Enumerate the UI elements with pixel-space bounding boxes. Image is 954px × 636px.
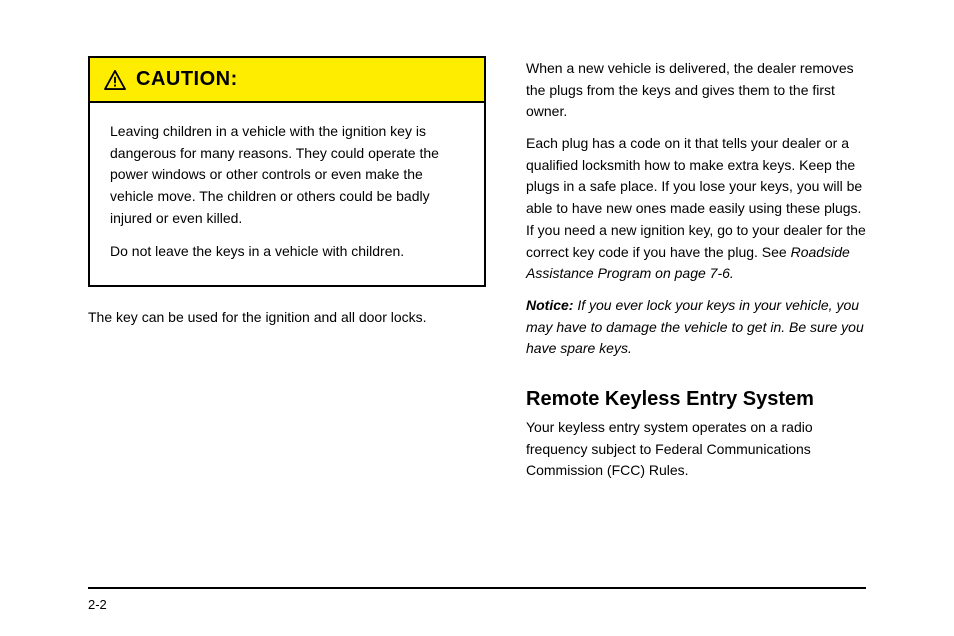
page-number: 2-2: [88, 597, 866, 612]
warning-triangle-icon: [104, 70, 126, 90]
body-paragraph: Each plug has a code on it that tells yo…: [526, 133, 866, 285]
caution-body: Leaving children in a vehicle with the i…: [90, 103, 484, 285]
caution-box: CAUTION: Leaving children in a vehicle w…: [88, 56, 486, 287]
caution-paragraph: Leaving children in a vehicle with the i…: [110, 121, 464, 229]
right-column: When a new vehicle is delivered, the dea…: [526, 56, 866, 492]
section-heading: Remote Keyless Entry System: [526, 388, 866, 411]
notice-text: If you ever lock your keys in your vehic…: [526, 297, 864, 356]
caution-title: CAUTION:: [136, 68, 238, 91]
content-area: CAUTION: Leaving children in a vehicle w…: [0, 0, 954, 492]
footer-divider: [88, 587, 866, 589]
caution-header: CAUTION:: [90, 58, 484, 103]
notice-paragraph: Notice: If you ever lock your keys in yo…: [526, 295, 866, 360]
notice-heading: Notice:: [526, 297, 573, 313]
caution-paragraph: Do not leave the keys in a vehicle with …: [110, 241, 464, 263]
document-page: CAUTION: Leaving children in a vehicle w…: [0, 0, 954, 636]
body-paragraph: When a new vehicle is delivered, the dea…: [526, 58, 866, 123]
body-text-span: Each plug has a code on it that tells yo…: [526, 135, 866, 259]
left-column: CAUTION: Leaving children in a vehicle w…: [88, 56, 486, 492]
page-footer: 2-2: [88, 587, 866, 612]
body-paragraph: The key can be used for the ignition and…: [88, 307, 486, 329]
body-paragraph: Your keyless entry system operates on a …: [526, 417, 866, 482]
